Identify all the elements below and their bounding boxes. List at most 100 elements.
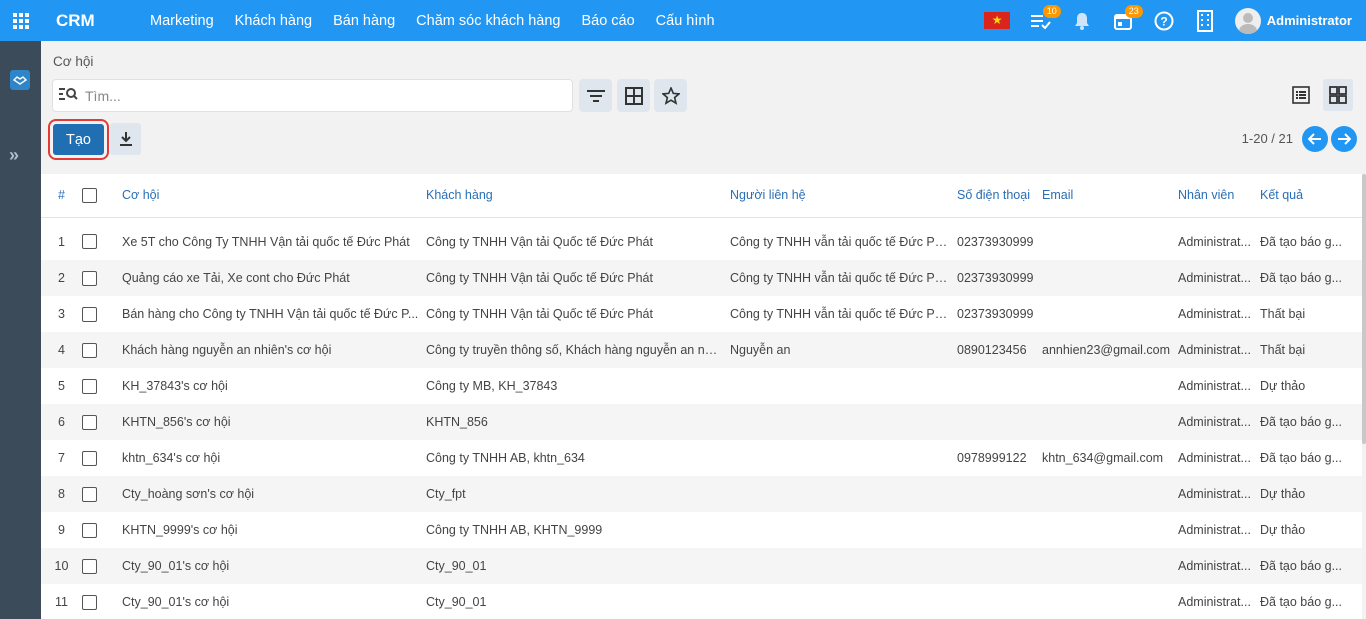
cell-employee: Administrat... <box>1178 595 1251 609</box>
table-row[interactable]: 3 Bán hàng cho Công ty TNHH Vận tải quốc … <box>41 296 1362 332</box>
cell-contact <box>730 548 957 584</box>
row-checkbox[interactable] <box>82 378 97 394</box>
table-scrollbar[interactable] <box>1362 174 1366 444</box>
cell-phone <box>957 476 1042 512</box>
table-row[interactable]: 4 Khách hàng nguyễn an nhiên's cơ hội Công… <box>41 332 1362 368</box>
control-panel: Cơ hội Tạo 1-20 / 21 <box>41 41 1366 174</box>
cell-contact: Công ty TNHH vẫn tải quốc tế Đức Phát <box>730 260 957 296</box>
nav-item-settings[interactable]: Cấu hình <box>656 13 715 29</box>
cell-contact <box>730 476 957 512</box>
cell-phone <box>957 368 1042 404</box>
kanban-view-icon <box>1329 86 1347 104</box>
expand-sidebar-icon[interactable]: » <box>9 145 19 166</box>
cell-result: Đã tạo báo g... <box>1260 404 1362 440</box>
favorites-button[interactable] <box>654 79 687 112</box>
table-row[interactable]: 6 KHTN_856's cơ hội KHTN_856 Administrat...… <box>41 404 1362 440</box>
opportunity-module-icon[interactable] <box>10 70 30 90</box>
cell-result: Đã tạo báo g... <box>1260 548 1362 584</box>
row-number: 4 <box>41 332 82 368</box>
star-icon <box>661 86 680 105</box>
table-row[interactable]: 7 khtn_634's cơ hội Công ty TNHH AB, khtn_… <box>41 440 1362 476</box>
calendar-badge: 23 <box>1124 4 1143 18</box>
col-header-opportunity[interactable]: Cơ hội <box>122 174 426 218</box>
calendar-icon[interactable]: 23 <box>1112 4 1143 32</box>
user-avatar[interactable] <box>1234 7 1261 34</box>
table-row[interactable]: 8 Cty_hoàng sơn's cơ hội Cty_fpt Administra… <box>41 476 1362 512</box>
col-header-result[interactable]: Kết quả <box>1260 174 1362 218</box>
row-checkbox[interactable] <box>82 522 97 538</box>
group-by-button[interactable] <box>617 79 650 112</box>
cell-email <box>1042 512 1178 548</box>
cell-opportunity: Khách hàng nguyễn an nhiên's cơ hội <box>122 332 426 368</box>
nav-item-customers[interactable]: Khách hàng <box>235 13 312 29</box>
search-filter-icon <box>59 87 79 104</box>
kanban-view-button[interactable] <box>1323 79 1353 111</box>
cell-customer: Cty_fpt <box>426 476 730 512</box>
row-checkbox[interactable] <box>82 486 97 502</box>
apps-menu-icon[interactable] <box>0 0 42 41</box>
cell-result: Đã tạo báo g... <box>1260 451 1343 465</box>
search-input[interactable] <box>85 87 555 104</box>
cell-result: Thất bại <box>1260 332 1362 368</box>
filter-button[interactable] <box>579 79 612 112</box>
table-row[interactable]: 11 Cty_90_01's cơ hội Cty_90_01 Administrat… <box>41 584 1362 619</box>
col-header-contact[interactable]: Người liên hệ <box>730 174 957 218</box>
row-number: 2 <box>41 260 82 296</box>
table-row[interactable]: 2 Quảng cáo xe Tải, Xe cont cho Đức Phát C… <box>41 260 1362 296</box>
breadcrumb: Cơ hội <box>53 54 94 69</box>
row-checkbox[interactable] <box>82 342 97 358</box>
row-checkbox[interactable] <box>82 414 97 430</box>
col-header-select <box>82 174 122 218</box>
col-header-phone[interactable]: Số điện thoại <box>957 174 1042 218</box>
select-all-checkbox[interactable] <box>82 187 97 203</box>
row-checkbox[interactable] <box>82 234 97 250</box>
sidebar: » <box>0 41 41 619</box>
cell-result: Đã tạo báo g... <box>1260 595 1343 609</box>
cell-customer: Công ty MB, KH_37843 <box>426 379 558 393</box>
cell-result: Thất bại <box>1260 307 1306 321</box>
bell-icon[interactable] <box>1071 10 1093 32</box>
list-view-button[interactable] <box>1286 79 1316 111</box>
pager-value[interactable]: 1-20 / 21 <box>1242 131 1293 146</box>
col-header-employee[interactable]: Nhân viên <box>1178 174 1260 218</box>
cell-employee: Administrat... <box>1178 379 1251 393</box>
table-row[interactable]: 9 KHTN_9999's cơ hội Công ty TNHH AB, KHTN… <box>41 512 1362 548</box>
nav-item-marketing[interactable]: Marketing <box>150 13 214 29</box>
cell-customer: Công ty TNHH Vận tải Quốc tế Đức Phát <box>426 260 730 296</box>
nav-item-sales[interactable]: Bán hàng <box>333 13 395 29</box>
cell-employee: Administrat... <box>1178 234 1251 249</box>
arrow-left-icon <box>1308 133 1321 145</box>
cell-opportunity: KHTN_9999's cơ hội <box>122 523 238 537</box>
app-brand[interactable]: CRM <box>56 11 136 31</box>
nav-item-customer-care[interactable]: Chăm sóc khách hàng <box>416 13 560 29</box>
col-header-customer[interactable]: Khách hàng <box>426 174 730 218</box>
building-icon[interactable] <box>1194 9 1216 32</box>
cell-contact <box>730 404 957 440</box>
col-header-email[interactable]: Email <box>1042 174 1178 218</box>
user-name[interactable]: Administrator <box>1267 13 1352 28</box>
table-row[interactable]: 1 Xe 5T cho Công Ty TNHH Vận tải quốc tế … <box>41 217 1362 260</box>
row-checkbox[interactable] <box>82 270 97 286</box>
search-box <box>52 79 573 112</box>
pager-next-button[interactable] <box>1331 126 1357 152</box>
row-number: 5 <box>58 379 65 393</box>
cell-customer: Công ty TNHH Vận tải Quốc tế Đức Phát <box>426 307 653 321</box>
pager-previous-button[interactable] <box>1302 126 1328 152</box>
tasks-icon[interactable]: 10 <box>1030 4 1061 32</box>
cell-employee: Administrat... <box>1178 260 1260 296</box>
language-flag-icon[interactable] <box>983 12 1010 29</box>
row-checkbox[interactable] <box>82 558 97 574</box>
row-checkbox[interactable] <box>82 306 97 322</box>
table-row[interactable]: 10 Cty_90_01's cơ hội Cty_90_01 Administrat… <box>41 548 1362 584</box>
table-row[interactable]: 5 KH_37843's cơ hội Công ty MB, KH_37843 Ad… <box>41 368 1362 404</box>
row-number: 1 <box>58 234 65 249</box>
row-checkbox[interactable] <box>82 594 97 610</box>
nav-item-reports[interactable]: Báo cáo <box>581 13 634 29</box>
cell-contact <box>730 512 957 548</box>
row-number: 7 <box>58 451 65 465</box>
create-button[interactable]: Tạo <box>48 119 109 160</box>
help-icon[interactable]: ? <box>1153 10 1175 32</box>
row-checkbox[interactable] <box>82 450 97 466</box>
download-button[interactable] <box>110 123 141 155</box>
cell-customer: Công ty truyền thông số, Khách hàng nguy… <box>426 332 730 368</box>
